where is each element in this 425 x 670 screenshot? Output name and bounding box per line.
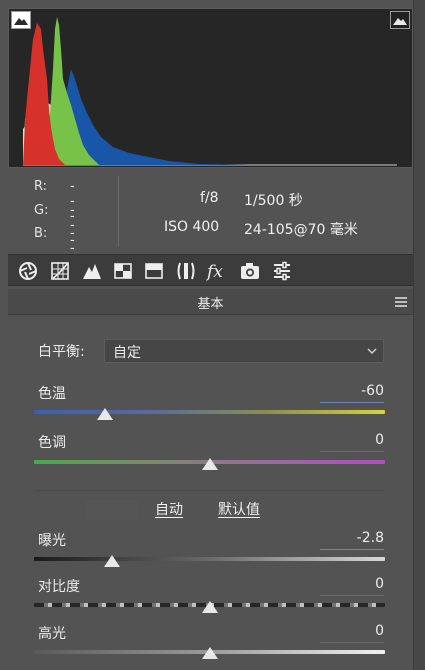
tab-tone-curve[interactable] — [48, 259, 72, 283]
exposure-label: 曝光 — [38, 533, 66, 549]
exposure-thumb[interactable] — [104, 555, 120, 567]
contrast-label: 对比度 — [38, 579, 80, 595]
temperature-value[interactable]: -60 — [320, 383, 384, 403]
aperture-value: f/8 — [200, 190, 219, 206]
tint-label: 色调 — [38, 435, 66, 451]
temperature-track[interactable] — [34, 410, 385, 414]
contrast-value[interactable]: 0 — [320, 576, 384, 596]
lens-value: 24-105@70 毫米 — [244, 222, 358, 238]
histogram — [8, 8, 413, 168]
info-readout: R: --- G: --- B: --- f/8 1/500 秒 ISO 400… — [8, 170, 413, 271]
g-readout: G: --- — [34, 203, 75, 248]
tab-detail[interactable] — [80, 259, 104, 283]
highlights-value[interactable]: 0 — [320, 623, 384, 643]
camera-calibration-icon — [241, 263, 259, 279]
presets-sliders-icon — [274, 261, 290, 281]
b-readout: B: --- — [34, 226, 75, 271]
svg-text:fx: fx — [206, 262, 223, 281]
r-label: R: — [34, 179, 48, 194]
chevron-down-icon — [367, 348, 377, 355]
exposure-value[interactable]: -2.8 — [320, 530, 384, 550]
contrast-thumb[interactable] — [202, 601, 218, 613]
section-divider — [34, 490, 385, 491]
iso-value: ISO 400 — [164, 219, 220, 235]
default-button[interactable]: 默认值 — [218, 499, 260, 519]
g-label: G: — [34, 203, 49, 218]
tab-effects[interactable]: fx — [205, 259, 229, 283]
tab-split-toning[interactable] — [142, 259, 166, 283]
info-divider — [118, 176, 119, 246]
hsl-icon — [114, 263, 132, 279]
basic-section-header: 基本 — [8, 289, 413, 315]
shutter-value: 1/500 秒 — [244, 193, 303, 209]
r-readout: R: --- — [34, 179, 75, 224]
tint-value[interactable]: 0 — [320, 432, 384, 452]
highlights-thumb[interactable] — [202, 647, 218, 659]
tab-lens-corrections[interactable] — [174, 259, 198, 283]
panel-menu-icon[interactable] — [395, 297, 407, 307]
white-balance-select[interactable]: 自定 — [104, 339, 384, 363]
split-tone-icon — [145, 263, 163, 279]
histogram-graph — [23, 17, 397, 166]
temperature-thumb[interactable] — [97, 408, 113, 420]
tab-basic[interactable] — [16, 259, 40, 283]
highlight-clip-icon — [393, 18, 407, 25]
fx-icon: fx — [206, 262, 223, 281]
temperature-label: 色温 — [38, 386, 66, 402]
shadow-clipping-toggle[interactable] — [11, 11, 31, 29]
scrollbar-gutter[interactable] — [414, 0, 425, 670]
white-balance-value: 自定 — [113, 345, 141, 361]
auto-ghost-highlight — [86, 500, 138, 520]
white-balance-label: 白平衡: — [38, 344, 85, 360]
shadow-clip-icon — [14, 18, 28, 25]
tab-camera-calibration[interactable] — [238, 259, 262, 283]
lens-correction-icon — [177, 262, 195, 280]
section-title: 基本 — [197, 297, 224, 312]
auto-button[interactable]: 自动 — [155, 499, 183, 519]
tone-curve-icon — [51, 262, 69, 280]
tab-hsl[interactable] — [111, 259, 135, 283]
basic-aperture-icon — [19, 262, 37, 280]
tint-thumb[interactable] — [202, 458, 218, 470]
highlights-label: 高光 — [38, 626, 66, 642]
b-label: B: — [34, 226, 48, 241]
panel-tabs-toolbar: fx — [8, 254, 413, 286]
highlight-clipping-toggle[interactable] — [390, 11, 410, 29]
tab-presets[interactable] — [270, 259, 294, 283]
detail-icon — [83, 264, 101, 279]
exposure-track[interactable] — [34, 557, 385, 561]
